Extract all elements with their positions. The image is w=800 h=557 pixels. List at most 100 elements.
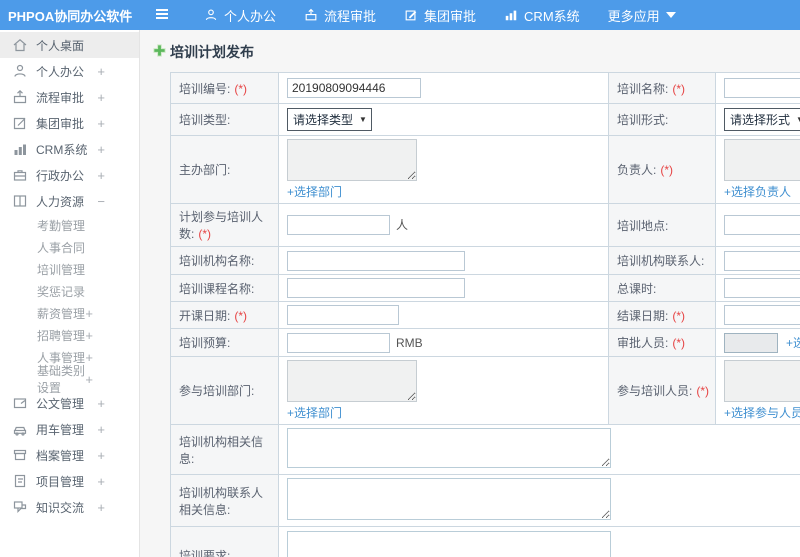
training-type-select[interactable]: 请选择类型 ▼ (287, 108, 372, 131)
field-label-join-depts: 参与培训部门: (170, 356, 279, 425)
sidebar-item-personal-office[interactable]: 个人办公 + (0, 58, 139, 84)
sidebar-item-vehicle[interactable]: 用车管理 + (0, 416, 139, 442)
expand-plus: + (85, 327, 93, 343)
sidebar-subitem-label: 考勤管理 (37, 218, 86, 233)
page-title: 培训计划发布 (152, 42, 800, 62)
org-contact-info-textarea[interactable] (287, 478, 611, 520)
form-row-requirements: 培训要求: (170, 526, 800, 557)
nav-label: CRM系统 (524, 8, 580, 24)
sidebar-item-hr[interactable]: 人力资源 − (0, 188, 139, 214)
sidebar-item-personal-desktop[interactable]: 个人桌面 (0, 32, 139, 58)
field-label-budget: 培训预算: (170, 328, 279, 357)
menu-toggle-button[interactable] (154, 7, 170, 24)
sidebar-item-knowledge[interactable]: 知识交流 + (0, 494, 139, 520)
sidebar-subitem-base-category[interactable]: 基础类别设置 + (0, 364, 139, 395)
form-row-org-info: 培训机构相关信息: (170, 424, 800, 475)
field-label-code: 培训编号: (*) (170, 72, 279, 104)
sidebar-item-label: 行政办公 (36, 168, 85, 183)
org-contact-input[interactable] (724, 250, 800, 271)
org-info-textarea[interactable] (287, 428, 611, 468)
edit-icon (12, 115, 28, 131)
select-value: 请选择形式 (730, 113, 791, 127)
field-label-planned-count: 计划参与培训人数: (*) (170, 203, 279, 247)
sidebar-item-group-approval[interactable]: 集团审批 + (0, 110, 139, 136)
nav-personal-office[interactable]: 个人办公 (190, 0, 290, 30)
sidebar-item-label: 人力资源 (36, 194, 85, 209)
field-label-end-date: 结课日期: (*) (608, 301, 716, 329)
caret-down-icon: ▼ (796, 115, 800, 124)
archive-icon (12, 447, 28, 463)
expand-plus: + (85, 349, 93, 365)
form-row-org-contact-info: 培训机构联系人相关信息: (170, 474, 800, 527)
sidebar-subitem-recruit[interactable]: 招聘管理 + (0, 324, 139, 346)
leader-textarea[interactable] (724, 139, 800, 181)
join-people-textarea[interactable] (724, 360, 800, 402)
select-dept-link[interactable]: +选择部门 (287, 404, 600, 421)
host-dept-textarea[interactable] (287, 139, 417, 181)
form-row-count-location: 计划参与培训人数: (*) 人 培训地点: (170, 203, 800, 247)
plus-icon (152, 43, 167, 61)
training-mode-select[interactable]: 请选择形式 ▼ (724, 108, 800, 131)
sidebar-item-admin-office[interactable]: 行政办公 + (0, 162, 139, 188)
form-row-code-name: 培训编号:(*) 培训名称:(*) (170, 72, 800, 104)
select-join-people-link[interactable]: +选择参与人员 (724, 404, 800, 421)
nav-workflow-approval[interactable]: 流程审批 (290, 0, 390, 30)
end-date-input[interactable] (724, 305, 800, 325)
select-dept-link[interactable]: +选择部门 (287, 183, 600, 200)
sidebar-subitem-label: 基础类别设置 (37, 364, 86, 395)
join-depts-textarea[interactable] (287, 360, 417, 402)
org-name-input[interactable] (287, 250, 465, 271)
sidebar-item-projects[interactable]: 项目管理 + (0, 468, 139, 494)
sidebar-subitem-salary[interactable]: 薪资管理 + (0, 302, 139, 324)
expand-plus: + (97, 421, 105, 437)
sidebar-subitem-label: 培训管理 (37, 262, 86, 277)
field-label-total-hours: 总课时: (608, 274, 716, 302)
sidebar-item-workflow-approval[interactable]: 流程审批 + (0, 84, 139, 110)
nav-more-apps[interactable]: 更多应用 (594, 0, 690, 30)
sidebar-subitem-rewards[interactable]: 奖惩记录 (0, 280, 139, 302)
training-code-input[interactable] (287, 78, 421, 98)
expand-plus: + (97, 141, 105, 157)
form-row-dates: 开课日期: (*) 结课日期: (*) (170, 301, 800, 329)
nav-crm[interactable]: CRM系统 (490, 0, 594, 30)
user-icon (12, 63, 28, 79)
planned-count-input[interactable] (287, 215, 390, 235)
sidebar-item-crm[interactable]: CRM系统 + (0, 136, 139, 162)
sidebar-item-label: 流程审批 (36, 90, 85, 105)
home-icon (12, 37, 28, 53)
project-icon (12, 473, 28, 489)
sidebar-item-label: 知识交流 (36, 500, 85, 515)
field-label-org-name: 培训机构名称: (170, 246, 279, 275)
budget-input[interactable] (287, 332, 390, 353)
field-label-course-name: 培训课程名称: (170, 274, 279, 302)
start-date-input[interactable] (287, 305, 399, 325)
total-hours-input[interactable] (724, 278, 800, 298)
sidebar-item-label: 集团审批 (36, 116, 85, 131)
training-name-input[interactable] (724, 78, 800, 98)
form-row-dept-leader: 主办部门: +选择部门 负责人: (*) +选择负责人 (170, 135, 800, 204)
sidebar-item-label: 用车管理 (36, 422, 85, 437)
user-icon (204, 8, 218, 22)
app-logo: PHPOA协同办公软件 (8, 8, 133, 24)
location-input[interactable] (724, 215, 800, 235)
sidebar-subitem-training[interactable]: 培训管理 (0, 258, 139, 280)
course-name-input[interactable] (287, 278, 465, 298)
sidebar-item-archives[interactable]: 档案管理 + (0, 442, 139, 468)
sidebar-subitem-hr-contract[interactable]: 人事合同 (0, 236, 139, 258)
sidebar-subitem-attendance[interactable]: 考勤管理 (0, 214, 139, 236)
training-form-table: 培训编号:(*) 培训名称:(*) 培训类型: 请选择类型 ▼ 培训形式: 请选… (170, 72, 800, 557)
select-approver-link[interactable]: +选择审批人员 (786, 336, 800, 350)
approver-input[interactable] (724, 332, 778, 353)
select-leader-link[interactable]: +选择负责人 (724, 183, 800, 200)
sidebar-item-label: 个人桌面 (36, 38, 85, 53)
nav-group-approval[interactable]: 集团审批 (390, 0, 490, 30)
sidebar-item-label: 个人办公 (36, 64, 85, 79)
field-label-location: 培训地点: (608, 203, 716, 247)
bar-chart-icon (504, 8, 518, 22)
field-label-requirements: 培训要求: (170, 526, 279, 557)
field-label-org-contact-info: 培训机构联系人相关信息: (170, 474, 279, 527)
requirements-textarea[interactable] (287, 530, 611, 557)
expand-plus: + (97, 167, 105, 183)
sidebar-item-documents[interactable]: 公文管理 + (0, 390, 139, 416)
expand-plus: + (97, 63, 105, 79)
